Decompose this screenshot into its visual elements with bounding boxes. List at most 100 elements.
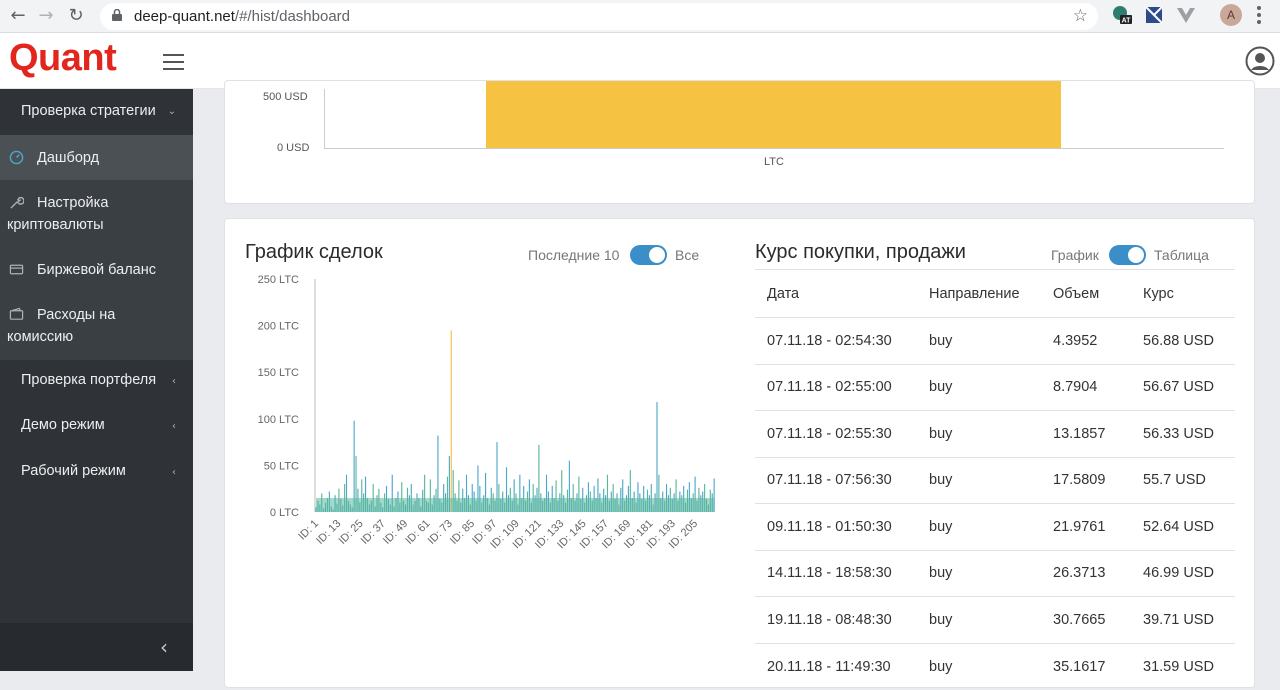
bookmark-star-icon[interactable]: ☆ bbox=[1073, 6, 1088, 26]
translate-extension-icon[interactable]: AT bbox=[1112, 5, 1132, 25]
reload-icon[interactable]: ↻ bbox=[64, 5, 88, 27]
y-tick-label: 0 USD bbox=[277, 142, 310, 154]
cell-direction: buy bbox=[917, 317, 1041, 364]
deals-title: График сделок bbox=[245, 241, 383, 263]
cell-direction: buy bbox=[917, 363, 1041, 411]
sidebar-collapse-button[interactable]: ‹ bbox=[0, 623, 193, 671]
table-row[interactable]: 20.11.18 - 11:49:30 buy 35.1617 31.59 USD bbox=[755, 642, 1235, 690]
cell-date: 19.11.18 - 08:48:30 bbox=[755, 596, 917, 643]
cell-direction: buy bbox=[917, 503, 1041, 550]
chevron-left-icon: ‹ bbox=[172, 421, 176, 432]
bar-ltc[interactable] bbox=[486, 81, 1061, 148]
y-tick-label: 50 LTC bbox=[264, 460, 299, 472]
table-row[interactable]: 07.11.18 - 02:55:00 buy 8.7904 56.67 USD bbox=[755, 363, 1235, 411]
x-tick-label: ID: 25 bbox=[336, 518, 365, 547]
table-row[interactable]: 07.11.18 - 07:56:30 buy 17.5809 55.7 USD bbox=[755, 456, 1235, 504]
browser-toolbar: ← → ↻ deep-quant.net/#/hist/dashboard ☆ … bbox=[0, 0, 1280, 33]
sidebar-item-crypto-settings[interactable]: Настройка криптовалюты bbox=[0, 192, 193, 236]
x-tick-label: ID: 49 bbox=[381, 518, 410, 547]
cell-direction: buy bbox=[917, 549, 1041, 597]
column-header-volume[interactable]: Объем bbox=[1041, 269, 1131, 318]
cell-rate: 56.67 USD bbox=[1131, 363, 1235, 411]
chevron-left-icon: ‹ bbox=[172, 376, 176, 387]
url-text: deep-quant.net/#/hist/dashboard bbox=[134, 8, 350, 25]
sidebar-item-label: Рабочий режим bbox=[21, 463, 126, 479]
rates-view-toggle[interactable]: График Таблица bbox=[1051, 245, 1251, 265]
cell-date: 09.11.18 - 01:50:30 bbox=[755, 503, 917, 550]
wrench-icon bbox=[10, 196, 24, 209]
cell-volume: 8.7904 bbox=[1041, 363, 1131, 411]
hamburger-menu-icon[interactable] bbox=[163, 54, 184, 70]
sidebar-item-label: Биржевой баланс bbox=[37, 262, 156, 278]
x-tick-label: ID: 13 bbox=[314, 518, 343, 547]
sidebar-item-label: Проверка стратегии bbox=[21, 103, 156, 119]
sidebar-item-strategy-check[interactable]: Проверка стратегии ⌄ bbox=[0, 103, 193, 125]
deals-and-rates-card: График сделок Последние 10 Все 0 LTC 50 L… bbox=[224, 218, 1255, 690]
url-path: /#/hist/dashboard bbox=[234, 8, 350, 25]
app-logo[interactable]: Quant bbox=[9, 37, 117, 80]
cell-volume: 30.7665 bbox=[1041, 596, 1131, 643]
column-header-rate[interactable]: Курс bbox=[1131, 269, 1235, 318]
column-header-date[interactable]: Дата bbox=[755, 269, 917, 318]
cell-direction: buy bbox=[917, 410, 1041, 457]
x-tick-label: ID: 37 bbox=[359, 518, 388, 547]
browser-menu-icon[interactable] bbox=[1257, 6, 1261, 24]
x-tick-label: ID: 73 bbox=[426, 518, 455, 547]
flag-extension-icon[interactable] bbox=[1144, 5, 1164, 25]
user-account-icon[interactable] bbox=[1245, 46, 1275, 76]
extension-badge: AT bbox=[1122, 18, 1132, 25]
profile-avatar[interactable]: A bbox=[1220, 4, 1242, 26]
sidebar-item-work-mode[interactable]: Рабочий режим ‹ bbox=[0, 463, 193, 485]
chevron-left-icon: ‹ bbox=[160, 635, 168, 659]
toggle-knob bbox=[649, 247, 665, 263]
cell-direction: buy bbox=[917, 642, 1041, 690]
y-tick-label: 150 LTC bbox=[258, 367, 299, 379]
cell-volume: 4.3952 bbox=[1041, 317, 1131, 364]
table-row[interactable]: 09.11.18 - 01:50:30 buy 21.9761 52.64 USD bbox=[755, 503, 1235, 550]
cell-rate: 46.99 USD bbox=[1131, 549, 1235, 597]
toggle-label-left: График bbox=[1051, 247, 1099, 263]
sidebar-item-label: комиссию bbox=[7, 329, 74, 345]
cell-date: 20.11.18 - 11:49:30 bbox=[755, 642, 917, 690]
sidebar-item-demo-mode[interactable]: Демо режим ‹ bbox=[0, 417, 193, 439]
rates-toggle-switch[interactable] bbox=[1109, 245, 1146, 265]
deal-bar[interactable] bbox=[656, 402, 658, 512]
deals-range-toggle[interactable]: Последние 10 Все bbox=[528, 245, 708, 265]
y-tick-label: 250 LTC bbox=[258, 274, 299, 286]
deal-bar-base bbox=[316, 498, 714, 512]
cell-rate: 52.64 USD bbox=[1131, 503, 1235, 550]
table-row[interactable]: 14.11.18 - 18:58:30 buy 26.3713 46.99 USD bbox=[755, 549, 1235, 597]
cell-date: 14.11.18 - 18:58:30 bbox=[755, 549, 917, 597]
sidebar-item-portfolio-check[interactable]: Проверка портфеля ‹ bbox=[0, 372, 193, 394]
sidebar-item-exchange-balance[interactable]: Биржевой баланс bbox=[0, 259, 193, 281]
deals-chart: 0 LTC 50 LTC 100 LTC 150 LTC 200 LTC 250 LTC I… bbox=[258, 274, 715, 551]
sidebar-item-label: криптовалюты bbox=[7, 217, 104, 233]
deal-bar[interactable] bbox=[450, 330, 452, 512]
rates-table: Дата Направление Объем Курс 07.11.18 - 0… bbox=[755, 269, 1235, 690]
deals-toggle-switch[interactable] bbox=[630, 245, 667, 265]
back-arrow-icon[interactable]: ← bbox=[6, 5, 30, 27]
cell-volume: 26.3713 bbox=[1041, 549, 1131, 597]
column-header-direction[interactable]: Направление bbox=[917, 269, 1041, 318]
sidebar-item-commission-costs[interactable]: Расходы на комиссию bbox=[0, 304, 193, 348]
rates-title: Курс покупки, продажи bbox=[755, 241, 966, 263]
table-row[interactable]: 19.11.18 - 08:48:30 buy 30.7665 39.71 USD bbox=[755, 596, 1235, 643]
cell-volume: 35.1617 bbox=[1041, 642, 1131, 690]
cell-date: 07.11.18 - 02:55:00 bbox=[755, 363, 917, 411]
address-bar[interactable]: deep-quant.net/#/hist/dashboard ☆ bbox=[100, 3, 1098, 30]
sidebar-item-dashboard[interactable]: Дашборд bbox=[0, 147, 193, 169]
x-tick-label: ID: 85 bbox=[448, 518, 477, 547]
cell-rate: 39.71 USD bbox=[1131, 596, 1235, 643]
wallet-icon bbox=[9, 307, 24, 320]
vue-devtools-icon[interactable] bbox=[1176, 5, 1196, 25]
toggle-label-left: Последние 10 bbox=[528, 247, 620, 263]
cell-date: 07.11.18 - 07:56:30 bbox=[755, 456, 917, 504]
cell-date: 07.11.18 - 02:54:30 bbox=[755, 317, 917, 364]
forward-arrow-icon[interactable]: → bbox=[34, 5, 58, 27]
cell-rate: 56.88 USD bbox=[1131, 317, 1235, 364]
table-row[interactable]: 07.11.18 - 02:55:30 buy 13.1857 56.33 USD bbox=[755, 410, 1235, 457]
sidebar-item-label: Дашборд bbox=[37, 150, 100, 166]
x-axis-line bbox=[324, 148, 1224, 149]
cell-direction: buy bbox=[917, 596, 1041, 643]
table-row[interactable]: 07.11.18 - 02:54:30 buy 4.3952 56.88 USD bbox=[755, 317, 1235, 364]
